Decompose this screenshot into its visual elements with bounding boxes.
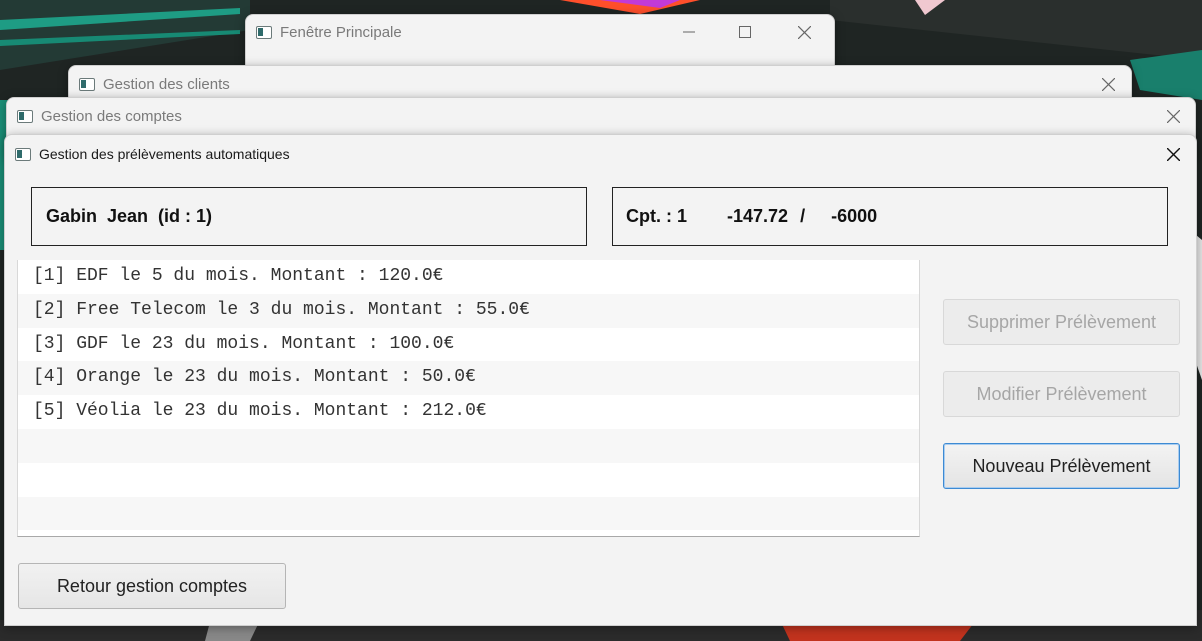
app-icon xyxy=(15,147,31,161)
list-item[interactable]: [3] GDF le 23 du mois. Montant : 100.0€ xyxy=(18,327,919,362)
account-info-panel: Cpt. : 1 -147.72 / -6000 xyxy=(612,187,1168,246)
close-icon[interactable] xyxy=(1150,135,1196,173)
window-title: Gestion des comptes xyxy=(41,107,182,125)
prelevements-list[interactable]: [1] EDF le 5 du mois. Montant : 120.0€ [… xyxy=(17,260,920,537)
client-info-panel: Gabin Jean (id : 1) xyxy=(31,187,587,246)
account-balance: -147.72 xyxy=(727,206,789,226)
close-icon[interactable] xyxy=(1150,98,1195,134)
client-info-label: Gabin Jean (id : 1) xyxy=(46,206,213,226)
maximize-icon[interactable] xyxy=(722,15,768,49)
window-title: Fenêtre Principale xyxy=(280,23,402,41)
supprimer-prelevement-button[interactable]: Supprimer Prélèvement xyxy=(943,299,1180,345)
nouveau-prelevement-button[interactable]: Nouveau Prélèvement xyxy=(943,443,1180,489)
list-item[interactable]: [1] EDF le 5 du mois. Montant : 120.0€ xyxy=(18,260,919,294)
app-icon xyxy=(17,109,33,123)
modifier-prelevement-button[interactable]: Modifier Prélèvement xyxy=(943,371,1180,417)
list-item-empty[interactable] xyxy=(18,496,919,531)
window-title: Gestion des prélèvements automatiques xyxy=(39,146,290,162)
list-item-empty[interactable] xyxy=(18,428,919,463)
account-overdraft: -6000 xyxy=(831,206,878,226)
titlebar[interactable]: Gestion des comptes xyxy=(7,98,1195,134)
titlebar[interactable]: Gestion des prélèvements automatiques xyxy=(5,135,1196,173)
list-item[interactable]: [4] Orange le 23 du mois. Montant : 50.0… xyxy=(18,361,919,396)
retour-gestion-comptes-button[interactable]: Retour gestion comptes xyxy=(18,563,286,609)
balance-separator: / xyxy=(800,206,806,226)
app-icon xyxy=(256,25,272,39)
list-item-empty[interactable] xyxy=(18,462,919,497)
list-item[interactable]: [2] Free Telecom le 3 du mois. Montant :… xyxy=(18,293,919,328)
window-title: Gestion des clients xyxy=(103,75,230,93)
close-icon[interactable] xyxy=(781,15,827,49)
app-icon xyxy=(79,77,95,91)
list-item[interactable]: [5] Véolia le 23 du mois. Montant : 212.… xyxy=(18,395,919,429)
minimize-icon[interactable] xyxy=(666,15,712,49)
account-number-label: Cpt. : 1 xyxy=(626,206,687,226)
